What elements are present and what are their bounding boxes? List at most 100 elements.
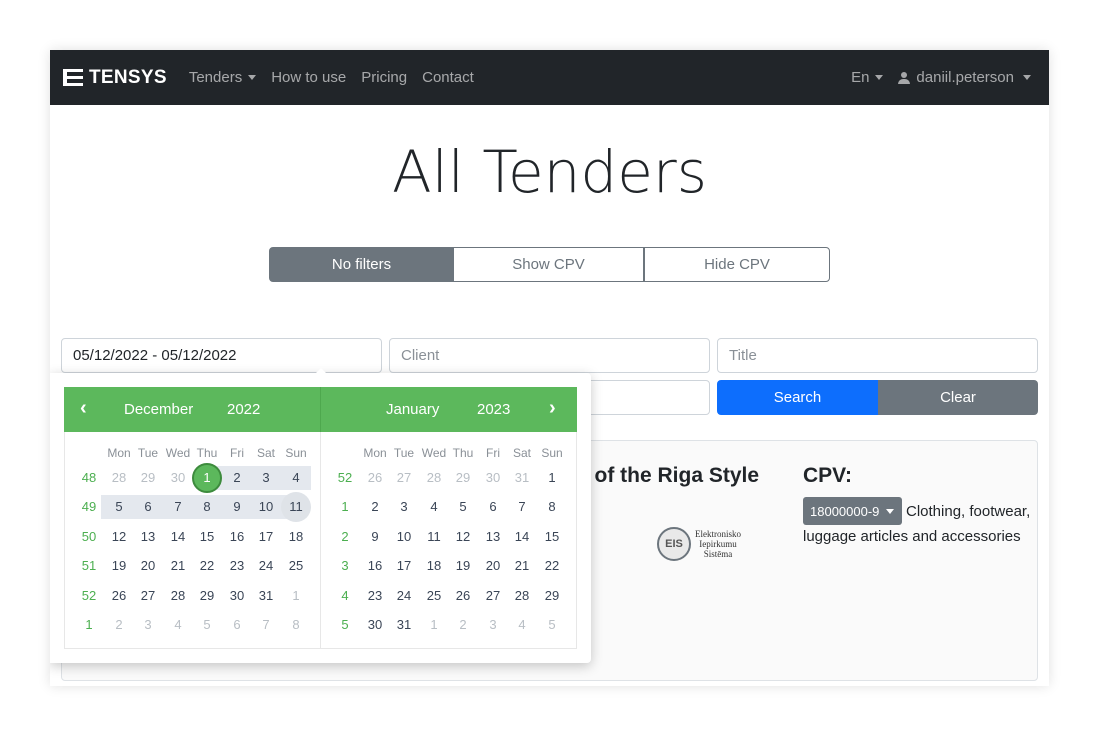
calendar-day[interactable]: 16 (222, 524, 252, 550)
calendar-day[interactable]: 28 (104, 465, 134, 491)
calendar-day[interactable]: 16 (360, 553, 390, 579)
calendar-day[interactable]: 12 (448, 524, 478, 550)
calendar-day[interactable]: 10 (251, 494, 281, 520)
clear-button[interactable]: Clear (878, 380, 1038, 415)
calendar-day[interactable]: 9 (360, 524, 390, 550)
calendar-day[interactable]: 23 (222, 553, 252, 579)
calendar-day[interactable]: 19 (448, 553, 478, 579)
calendar-day[interactable]: 30 (360, 612, 390, 638)
calendar-day[interactable]: 1 (537, 465, 567, 491)
calendar-day[interactable]: 6 (133, 494, 163, 520)
calendar-day[interactable]: 20 (133, 553, 163, 579)
left-year-label[interactable]: 2022 (227, 387, 260, 432)
calendar-day[interactable]: 1 (419, 612, 449, 638)
calendar-day[interactable]: 30 (163, 465, 193, 491)
calendar-day[interactable]: 30 (478, 465, 508, 491)
calendar-day[interactable]: 15 (537, 524, 567, 550)
calendar-day[interactable]: 20 (478, 553, 508, 579)
date-range-input[interactable]: 05/12/2022 - 05/12/2022 (61, 338, 382, 373)
calendar-day[interactable]: 28 (507, 583, 537, 609)
calendar-day[interactable]: 4 (163, 612, 193, 638)
calendar-day[interactable]: 10 (389, 524, 419, 550)
calendar-day[interactable]: 31 (507, 465, 537, 491)
calendar-day[interactable]: 15 (192, 524, 222, 550)
calendar-day[interactable]: 6 (222, 612, 252, 638)
calendar-day[interactable]: 13 (133, 524, 163, 550)
calendar-day[interactable]: 17 (389, 553, 419, 579)
nav-contact[interactable]: Contact (422, 69, 474, 86)
calendar-day[interactable]: 27 (133, 583, 163, 609)
calendar-day[interactable]: 21 (163, 553, 193, 579)
calendar-day[interactable]: 13 (478, 524, 508, 550)
calendar-day[interactable]: 25 (281, 553, 311, 579)
calendar-day[interactable]: 27 (478, 583, 508, 609)
calendar-day[interactable]: 7 (507, 494, 537, 520)
client-input[interactable]: Client (389, 338, 710, 373)
next-month-button[interactable]: › (549, 387, 556, 432)
calendar-day[interactable]: 26 (448, 583, 478, 609)
calendar-day[interactable]: 11 (281, 494, 311, 520)
calendar-day[interactable]: 2 (360, 494, 390, 520)
cpv-code-dropdown[interactable]: 18000000-9 (803, 497, 902, 525)
calendar-day[interactable]: 28 (163, 583, 193, 609)
calendar-day[interactable]: 7 (251, 612, 281, 638)
calendar-day[interactable]: 17 (251, 524, 281, 550)
calendar-day[interactable]: 2 (448, 612, 478, 638)
calendar-day[interactable]: 29 (133, 465, 163, 491)
calendar-day[interactable]: 31 (251, 583, 281, 609)
calendar-day[interactable]: 1 (281, 583, 311, 609)
calendar-day[interactable]: 3 (389, 494, 419, 520)
calendar-day[interactable]: 26 (104, 583, 134, 609)
nav-how-to-use[interactable]: How to use (271, 69, 346, 86)
calendar-day[interactable]: 9 (222, 494, 252, 520)
right-month-label[interactable]: January (386, 387, 439, 432)
calendar-day[interactable]: 4 (419, 494, 449, 520)
right-year-label[interactable]: 2023 (477, 387, 510, 432)
calendar-day[interactable]: 18 (281, 524, 311, 550)
calendar-day[interactable]: 7 (163, 494, 193, 520)
language-dropdown[interactable]: En (851, 69, 884, 86)
calendar-day[interactable]: 5 (104, 494, 134, 520)
calendar-day[interactable]: 18 (419, 553, 449, 579)
user-dropdown[interactable]: daniil.peterson (898, 69, 1031, 86)
calendar-day[interactable]: 22 (537, 553, 567, 579)
calendar-day[interactable]: 8 (192, 494, 222, 520)
calendar-day[interactable]: 26 (360, 465, 390, 491)
calendar-day[interactable]: 8 (281, 612, 311, 638)
tender-title[interactable]: s of the Riga Style (577, 464, 759, 488)
calendar-day[interactable]: 5 (192, 612, 222, 638)
calendar-day[interactable]: 14 (507, 524, 537, 550)
calendar-day[interactable]: 25 (419, 583, 449, 609)
calendar-day[interactable]: 14 (163, 524, 193, 550)
calendar-day[interactable]: 5 (448, 494, 478, 520)
calendar-day[interactable]: 2 (104, 612, 134, 638)
calendar-day[interactable]: 19 (104, 553, 134, 579)
calendar-day[interactable]: 6 (478, 494, 508, 520)
calendar-day[interactable]: 8 (537, 494, 567, 520)
calendar-day[interactable]: 31 (389, 612, 419, 638)
calendar-day[interactable]: 27 (389, 465, 419, 491)
calendar-day[interactable]: 21 (507, 553, 537, 579)
calendar-day[interactable]: 4 (281, 465, 311, 491)
calendar-day[interactable]: 23 (360, 583, 390, 609)
calendar-day[interactable]: 5 (537, 612, 567, 638)
calendar-day[interactable]: 24 (389, 583, 419, 609)
hide-cpv-button[interactable]: Hide CPV (644, 247, 830, 282)
no-filters-button[interactable]: No filters (269, 247, 454, 282)
left-month-label[interactable]: December (124, 387, 193, 432)
calendar-day[interactable]: 30 (222, 583, 252, 609)
brand-logo[interactable]: TENSYS (63, 67, 167, 89)
calendar-day[interactable]: 22 (192, 553, 222, 579)
show-cpv-button[interactable]: Show CPV (454, 247, 644, 282)
calendar-day[interactable]: 24 (251, 553, 281, 579)
calendar-day[interactable]: 2 (222, 465, 252, 491)
calendar-day[interactable]: 1 (192, 465, 222, 491)
calendar-day[interactable]: 3 (251, 465, 281, 491)
calendar-day[interactable]: 11 (419, 524, 449, 550)
search-button[interactable]: Search (717, 380, 878, 415)
calendar-day[interactable]: 3 (478, 612, 508, 638)
calendar-day[interactable]: 3 (133, 612, 163, 638)
calendar-day[interactable]: 29 (192, 583, 222, 609)
nav-pricing[interactable]: Pricing (361, 69, 407, 86)
prev-month-button[interactable]: ‹ (80, 387, 87, 432)
